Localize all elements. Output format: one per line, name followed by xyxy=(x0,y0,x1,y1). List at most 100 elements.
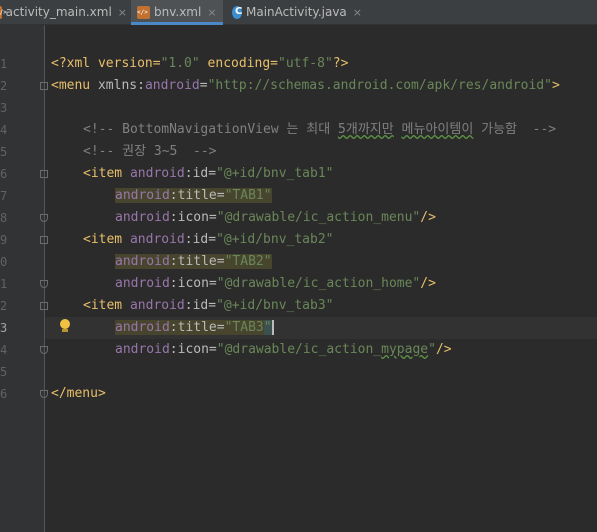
string: "TAB3 xyxy=(224,320,264,335)
attribute: :title= xyxy=(169,254,225,269)
code-line-11[interactable]: android:icon="@drawable/ic_action_home"/… xyxy=(115,273,436,295)
tag: <menu xyxy=(51,78,98,93)
comment: 5개까지만 xyxy=(338,122,394,137)
attribute: :id= xyxy=(184,232,217,247)
string: "utf-8" xyxy=(278,56,333,71)
line-number: 1 xyxy=(0,57,8,71)
line-number: 9 xyxy=(0,233,8,247)
attribute: :title= xyxy=(169,188,225,203)
text-caret xyxy=(271,320,274,335)
fold-toggle[interactable] xyxy=(40,82,48,90)
code-line-10[interactable]: android:title="TAB2" xyxy=(115,251,272,273)
attribute: :id= xyxy=(184,166,217,181)
string: "@drawable/ic_action_home" xyxy=(216,276,421,291)
line-number: 2 xyxy=(0,79,8,93)
code-line-5[interactable]: <!-- 권장 3~5 --> xyxy=(83,141,217,163)
namespace: android xyxy=(129,166,185,181)
attribute: :icon= xyxy=(169,276,217,291)
comment: <!-- BottomNavigationView 는 최대 xyxy=(83,122,339,137)
namespace: android xyxy=(115,342,170,357)
namespace: android xyxy=(129,232,185,247)
close-tab-icon[interactable]: × xyxy=(118,6,127,19)
code-line-9[interactable]: <item android:id="@+id/bnv_tab2" xyxy=(83,229,333,251)
line-number: 1 xyxy=(0,277,8,291)
string: "TAB2" xyxy=(224,254,272,269)
tab-label: activity_main.xml xyxy=(5,5,112,19)
tab-activity-main-xml[interactable]: activity_main.xml × xyxy=(0,0,127,24)
string: "http://schemas.android.com/apk/res/andr… xyxy=(207,78,552,93)
line-number: 3 xyxy=(0,101,8,115)
namespace: android xyxy=(115,276,170,291)
code-line-4[interactable]: <!-- BottomNavigationView 는 최대 5개까지만 메뉴아… xyxy=(83,119,556,141)
line-number: 4 xyxy=(0,123,8,137)
string: " xyxy=(263,320,272,335)
fold-toggle[interactable] xyxy=(40,214,48,222)
tag: /> xyxy=(420,276,436,291)
tag: <item xyxy=(83,298,130,313)
code-line-7[interactable]: android:title="TAB1" xyxy=(115,185,272,207)
tag: <item xyxy=(83,232,130,247)
xml-file-icon xyxy=(137,5,150,19)
fold-toggle[interactable] xyxy=(40,236,48,244)
close-tab-icon[interactable]: × xyxy=(207,6,216,19)
line-number: 4 xyxy=(0,343,8,357)
line-number: 8 xyxy=(0,211,8,225)
tag: > xyxy=(551,78,560,93)
code-line-6[interactable]: <item android:id="@+id/bnv_tab1" xyxy=(83,163,333,185)
comment xyxy=(394,122,402,137)
code-line-12[interactable]: <item android:id="@+id/bnv_tab3" xyxy=(83,295,333,317)
line-number: 0 xyxy=(0,255,8,269)
string: "@+id/bnv_tab1" xyxy=(216,166,334,181)
xml-file-icon xyxy=(0,5,6,19)
namespace: android xyxy=(129,298,185,313)
tab-main-activity-java[interactable]: MainActivity.java × xyxy=(232,0,362,24)
tab-bnv-xml[interactable]: bnv.xml × xyxy=(131,0,223,25)
code-line-16[interactable]: </menu> xyxy=(51,383,106,405)
attribute: xmlns: xyxy=(97,78,145,93)
lightbulb-icon[interactable] xyxy=(58,318,72,334)
line-number: 3 xyxy=(0,321,8,335)
java-class-icon xyxy=(232,5,242,19)
fold-toggle[interactable] xyxy=(40,390,48,398)
close-tab-icon[interactable]: × xyxy=(353,6,362,19)
attribute: :icon= xyxy=(169,210,217,225)
string: "@+id/bnv_tab2" xyxy=(216,232,334,247)
string: " xyxy=(428,342,436,357)
fold-toggle[interactable] xyxy=(40,346,48,354)
namespace: android xyxy=(115,188,170,203)
attribute: = xyxy=(199,78,208,93)
xml-prolog: ?> xyxy=(332,56,349,71)
line-number: 6 xyxy=(0,387,8,401)
fold-toggle[interactable] xyxy=(40,302,48,310)
namespace: android xyxy=(115,320,170,335)
line-number: 6 xyxy=(0,167,8,181)
code-line-13[interactable]: android:title="TAB3" xyxy=(115,317,274,339)
tag: /> xyxy=(435,342,452,357)
namespace: android xyxy=(115,254,170,269)
string: "@drawable/ic_action_ xyxy=(216,342,382,357)
code-line-14[interactable]: android:icon="@drawable/ic_action_mypage… xyxy=(115,339,452,361)
tag: <item xyxy=(83,166,130,181)
comment: <!-- 권장 3~5 --> xyxy=(83,144,217,159)
tab-label: bnv.xml xyxy=(154,5,202,19)
namespace: android xyxy=(144,78,200,93)
attribute: :icon= xyxy=(169,342,217,357)
string: "TAB1" xyxy=(224,188,272,203)
fold-toggle[interactable] xyxy=(40,280,48,288)
string: mypage xyxy=(381,342,429,357)
fold-toggle[interactable] xyxy=(40,170,48,178)
xml-prolog: <?xml version= xyxy=(51,56,161,71)
code-line-8[interactable]: android:icon="@drawable/ic_action_menu"/… xyxy=(115,207,436,229)
code-line-1[interactable]: <?xml version="1.0" encoding="utf-8"?> xyxy=(51,53,348,75)
line-number: 5 xyxy=(0,365,8,379)
line-number: 7 xyxy=(0,189,8,203)
string: "1.0" xyxy=(160,56,200,71)
attribute: :id= xyxy=(184,298,217,313)
namespace: android xyxy=(115,210,170,225)
string: "@+id/bnv_tab3" xyxy=(216,298,334,313)
tag: </menu> xyxy=(51,386,106,401)
string: "@drawable/ic_action_menu" xyxy=(216,210,421,225)
comment: 가능함 --> xyxy=(473,122,557,137)
code-line-2[interactable]: <menu xmlns:android="http://schemas.andr… xyxy=(51,75,560,97)
xml-prolog: encoding= xyxy=(199,56,278,71)
